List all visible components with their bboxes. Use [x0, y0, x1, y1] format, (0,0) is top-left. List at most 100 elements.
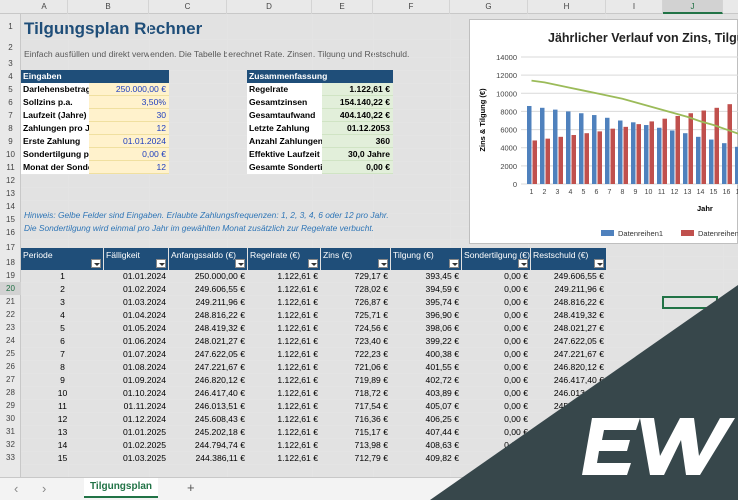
column-header-i[interactable]: I	[606, 0, 663, 14]
row-header-21[interactable]: 21	[0, 295, 21, 308]
row-header-8[interactable]: 8	[0, 122, 21, 135]
chart-bar-1	[722, 143, 727, 184]
summary-label: Anzahl Zahlungen	[247, 135, 322, 148]
row-header-19[interactable]: 19	[0, 269, 21, 282]
table-header-7[interactable]: Sondertilgung (€)	[462, 248, 530, 270]
filter-dropdown-icon[interactable]	[594, 259, 604, 268]
row-header-25[interactable]: 25	[0, 347, 21, 360]
table-header-8[interactable]: Restschuld (€)	[531, 248, 606, 270]
table-cell: 01.02.2024	[122, 284, 166, 294]
prev-sheet-icon[interactable]: ‹	[14, 481, 18, 496]
column-header-c[interactable]: C	[149, 0, 227, 14]
column-header-a[interactable]: A	[21, 0, 68, 14]
filter-dropdown-icon[interactable]	[91, 259, 101, 268]
row-header-4[interactable]: 4	[0, 70, 21, 83]
column-header-g[interactable]: G	[450, 0, 528, 14]
row-header-24[interactable]: 24	[0, 334, 21, 347]
table-cell: 0,00 €	[504, 271, 528, 281]
table-cell: 396,90 €	[425, 310, 459, 320]
row-header-14[interactable]: 14	[0, 200, 21, 213]
table-cell: 0,00 €	[504, 401, 528, 411]
row-header-10[interactable]: 10	[0, 148, 21, 161]
column-header-bar: ABCDEFGHIJ	[0, 0, 738, 14]
table-header-4[interactable]: Regelrate (€)	[248, 248, 320, 270]
column-header-b[interactable]: B	[68, 0, 149, 14]
row-header-27[interactable]: 27	[0, 373, 21, 386]
row-header-31[interactable]: 31	[0, 425, 21, 438]
row-header-32[interactable]: 32	[0, 438, 21, 451]
row-header-13[interactable]: 13	[0, 187, 21, 200]
next-sheet-icon[interactable]: ›	[42, 481, 46, 496]
chart-panel[interactable]: Jährlicher Verlauf von Zins, Tilgung 0 200…	[469, 19, 738, 244]
input-field[interactable]: 12	[89, 122, 169, 135]
filter-dropdown-icon[interactable]	[518, 259, 528, 268]
row-header-5[interactable]: 5	[0, 83, 21, 96]
filter-dropdown-icon[interactable]	[378, 259, 388, 268]
table-header-3[interactable]: Anfangssaldo (€)	[169, 248, 247, 270]
row-header-18[interactable]: 18	[0, 256, 21, 269]
table-cell: 13	[57, 427, 68, 437]
input-field[interactable]: 3,50%	[89, 96, 169, 109]
chart-bar-1	[683, 133, 688, 184]
column-header-d[interactable]: D	[227, 0, 312, 14]
row-header-9[interactable]: 9	[0, 135, 21, 148]
sheet-tab-tilgungsplan[interactable]: Tilgungsplan	[84, 478, 159, 498]
row-header-28[interactable]: 28	[0, 386, 21, 399]
row-header-26[interactable]: 26	[0, 360, 21, 373]
row-header-16[interactable]: 16	[0, 226, 21, 239]
row-header-12[interactable]: 12	[0, 174, 21, 187]
filter-dropdown-icon[interactable]	[449, 259, 459, 268]
table-cell: 246.013,51 €	[553, 388, 604, 398]
filter-dropdown-icon[interactable]	[308, 259, 318, 268]
row-header-23[interactable]: 23	[0, 321, 21, 334]
filter-dropdown-icon[interactable]	[235, 259, 245, 268]
row-header-3[interactable]: 3	[0, 57, 21, 70]
row-header-1[interactable]: 1	[0, 14, 21, 39]
table-cell: 247.221,67 €	[194, 362, 245, 372]
row-header-7[interactable]: 7	[0, 109, 21, 122]
row-header-6[interactable]: 6	[0, 96, 21, 109]
column-header-h[interactable]: H	[528, 0, 606, 14]
row-header-22[interactable]: 22	[0, 308, 21, 321]
table-header-1[interactable]: Periode	[21, 248, 103, 270]
active-cell-cursor[interactable]	[662, 296, 718, 309]
row-header-33[interactable]: 33	[0, 451, 21, 464]
table-cell: 0,00 €	[504, 349, 528, 359]
row-header-2[interactable]: 2	[0, 39, 21, 57]
input-field[interactable]: 01.01.2024	[89, 135, 169, 148]
input-field[interactable]: 250.000,00 €	[89, 83, 169, 96]
add-sheet-button[interactable]: +	[187, 480, 195, 495]
table-cell: 0,00 €	[504, 414, 528, 424]
table-cell: 1.122,61 €	[277, 336, 318, 346]
row-header-30[interactable]: 30	[0, 412, 21, 425]
table-cell: 12	[57, 414, 68, 424]
table-cell: 244.386,11 €	[195, 453, 245, 463]
table-header-2[interactable]: Fälligkeit	[104, 248, 168, 270]
chart-bar-1	[553, 109, 558, 184]
filter-dropdown-icon[interactable]	[156, 259, 166, 268]
row-header-17[interactable]: 17	[0, 239, 21, 256]
table-cell: 0,00 €	[504, 362, 528, 372]
table-cell: 0,00 €	[504, 440, 528, 450]
chart-bar-2	[597, 131, 602, 184]
table-header-6[interactable]: Tilgung (€)	[391, 248, 461, 270]
column-header-f[interactable]: F	[373, 0, 450, 14]
chart-bar-2	[532, 140, 537, 184]
table-header-5[interactable]: Zins (€)	[321, 248, 390, 270]
table-cell: 724,56 €	[354, 323, 388, 333]
row-header-29[interactable]: 29	[0, 399, 21, 412]
input-field[interactable]: 12	[89, 161, 169, 174]
hint-text-2: Die Sondertilgung wird einmal pro Jahr i…	[24, 223, 375, 233]
table-cell: 01.07.2024	[122, 349, 166, 359]
column-header-e[interactable]: E	[312, 0, 373, 14]
column-header-j[interactable]: J	[663, 0, 723, 14]
row-header-11[interactable]: 11	[0, 161, 21, 174]
table-cell: 394,59 €	[425, 284, 459, 294]
input-field[interactable]: 30	[89, 109, 169, 122]
table-cell: 243.976,29 €	[553, 453, 604, 463]
chart-x-label: Jahr	[697, 204, 713, 213]
row-header-20[interactable]: 20	[0, 282, 21, 295]
input-field[interactable]: 0,00 €	[89, 148, 169, 161]
table-cell: 01.12.2024	[122, 414, 166, 424]
row-header-15[interactable]: 15	[0, 213, 21, 226]
